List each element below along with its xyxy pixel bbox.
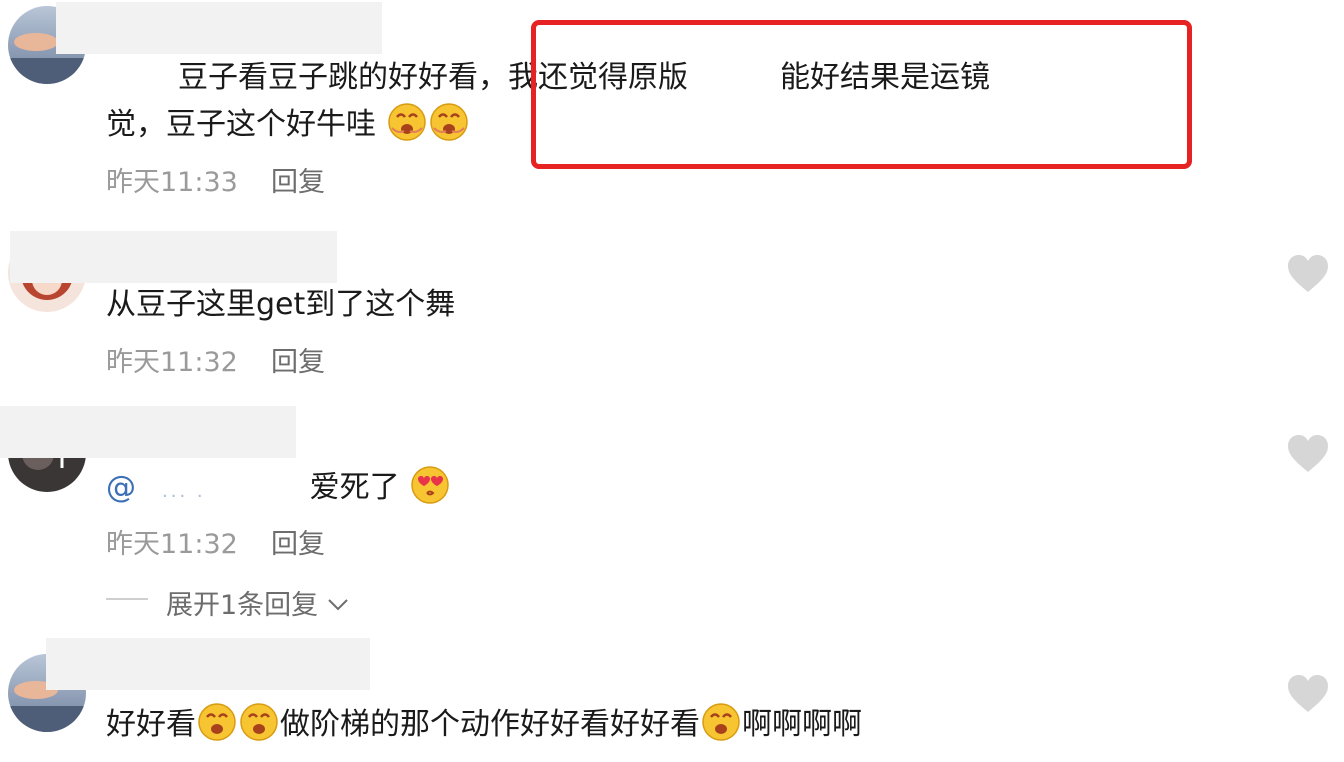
- username-masked: [46, 638, 370, 690]
- comment-text-line2: 觉，豆子这个好牛哇: [106, 102, 470, 148]
- comment-text: @... . 爱死了: [106, 465, 451, 515]
- like-heart-icon[interactable]: [1286, 254, 1330, 294]
- highlight-annotation-box: [531, 20, 1192, 169]
- comment-text: 好好看 做阶梯的那个动作好好看好好看 啊啊啊啊: [106, 702, 862, 748]
- reply-button[interactable]: 回复: [271, 522, 325, 561]
- chevron-down-icon: [328, 599, 348, 611]
- reply-button[interactable]: 回复: [271, 340, 325, 379]
- heart-eyes-kiss-emoji-icon: [411, 466, 449, 504]
- username-masked: [10, 231, 337, 283]
- comment-time: 昨天11:32: [106, 529, 238, 560]
- like-heart-icon[interactable]: [1286, 674, 1330, 714]
- mention-at[interactable]: @: [106, 470, 136, 505]
- like-heart-icon[interactable]: [1286, 434, 1330, 474]
- reply-button[interactable]: 回复: [271, 160, 325, 199]
- drooling-face-emoji-icon: [240, 703, 278, 741]
- expand-replies-button[interactable]: 展开1条回复: [166, 583, 349, 622]
- mention-name[interactable]: ... .: [162, 481, 206, 502]
- comment-time: 昨天11:32: [106, 347, 238, 378]
- drooling-face-emoji-icon: [198, 703, 236, 741]
- comment-text: 从豆子这里get到了这个舞: [106, 287, 456, 322]
- comment-time: 昨天11:33: [106, 167, 238, 198]
- drooling-face-emoji-icon: [387, 103, 426, 141]
- expand-divider: [106, 598, 148, 600]
- username-masked: [56, 2, 382, 54]
- drooling-face-emoji-icon: [702, 703, 740, 741]
- drooling-face-emoji-icon: [429, 103, 468, 141]
- username-masked: [0, 406, 296, 458]
